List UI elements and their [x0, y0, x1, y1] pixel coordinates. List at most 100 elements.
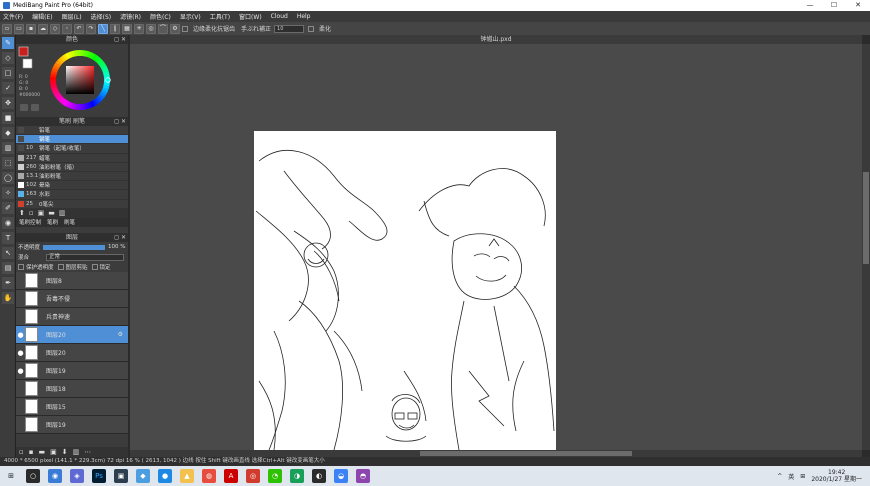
antialias-checkbox[interactable] [182, 25, 188, 32]
move-tool-icon[interactable]: ✥ [2, 97, 14, 109]
visibility-toggle-icon[interactable]: ● [16, 349, 25, 357]
hand-tool-icon[interactable]: ✋ [2, 292, 14, 304]
new-file-icon[interactable]: ▫ [2, 23, 12, 34]
close-button[interactable]: ✕ [846, 0, 870, 11]
canvas-area[interactable]: 钟馗山.pxd [130, 35, 862, 450]
layer-row[interactable]: 图层15 [16, 398, 128, 416]
palette-icon[interactable] [20, 104, 28, 111]
new-brush-icon[interactable]: ▫ [29, 209, 34, 217]
menu-window[interactable]: 窗口(W) [239, 12, 262, 21]
select-pen-2-icon[interactable]: ✐ [2, 202, 14, 214]
taskbar-app-1-icon[interactable]: ◉ [48, 469, 62, 483]
input-method-indicator[interactable]: 英 [788, 472, 794, 481]
color-wheel[interactable]: R: 0 G: 0 B: 0 #000000 [16, 44, 128, 117]
menu-tools[interactable]: 工具(T) [210, 12, 230, 21]
protect-alpha-checkbox[interactable] [18, 264, 24, 270]
delete-brush-icon[interactable]: ▥ [59, 209, 66, 217]
soft-checkbox[interactable] [308, 25, 315, 32]
menu-layer[interactable]: 图层(L) [62, 12, 82, 21]
taskbar-app-12-icon[interactable]: ◑ [290, 469, 304, 483]
fill-rect-icon[interactable]: ■ [2, 112, 14, 124]
panel-close-icon[interactable]: ◻ ✕ [114, 117, 126, 126]
photoshop-icon[interactable]: Ps [92, 469, 106, 483]
delete-layer-icon[interactable]: ▥ [73, 448, 80, 456]
search-icon[interactable]: ○ [26, 469, 40, 483]
settings-icon[interactable]: ◦ [62, 23, 72, 34]
taskbar-app-13-icon[interactable]: ◐ [312, 469, 326, 483]
start-icon[interactable]: ⊞ [4, 469, 18, 483]
taskbar-app-2-icon[interactable]: ◈ [70, 469, 84, 483]
menu-color[interactable]: 颜色(C) [150, 12, 171, 21]
layer-row[interactable]: ● 图层20 ⚙ [16, 326, 128, 344]
brush-item[interactable]: 260 油彩粉笔（暗） [16, 163, 128, 172]
magic-wand-icon[interactable]: ✧ [2, 187, 14, 199]
brush-tool-icon[interactable]: ✎ [2, 37, 14, 49]
lasso-tool-icon[interactable]: ◯ [2, 172, 14, 184]
stabilizer-select[interactable]: 10 [274, 24, 305, 33]
layer-row[interactable]: 图层19 [16, 416, 128, 434]
redo-icon[interactable]: ↷ [86, 23, 96, 34]
eraser-tool-icon[interactable]: ◇ [2, 52, 14, 64]
operation-tool-icon[interactable]: ↖ [2, 247, 14, 259]
layer-menu-icon[interactable]: ⋯ [84, 448, 91, 456]
text-tool-icon[interactable]: T [2, 232, 14, 244]
layer-row[interactable]: 图层8 [16, 272, 128, 290]
opacity-slider[interactable] [43, 244, 106, 250]
menu-filter[interactable]: 滤镜(R) [120, 12, 141, 21]
bucket-tool-icon[interactable]: ◆ [2, 127, 14, 139]
visibility-toggle-icon[interactable]: ● [16, 367, 25, 375]
brush-item[interactable]: 10 钢笔（起笔/收笔） [16, 144, 128, 154]
tab-brush-2[interactable]: 刷笔 [61, 218, 78, 226]
color-history-icon[interactable] [31, 104, 39, 111]
menu-select[interactable]: 选择(S) [91, 12, 112, 21]
layer-row[interactable]: ● 图层20 [16, 344, 128, 362]
folder-icon[interactable]: ▬ [48, 209, 55, 217]
horizontal-scrollbar[interactable] [130, 450, 862, 457]
cloud-icon[interactable]: ☁ [38, 23, 48, 34]
copy-layer-icon[interactable]: ▣ [50, 448, 57, 456]
taskbar-app-6-icon[interactable]: ● [158, 469, 172, 483]
folder-layer-icon[interactable]: ▬ [39, 448, 46, 456]
layer-settings-icon[interactable]: ⚙ [118, 331, 123, 338]
wechat-icon[interactable]: ◔ [268, 469, 282, 483]
save-icon[interactable]: ▪ [26, 23, 36, 34]
panel-close-icon[interactable]: ◻ ✕ [114, 35, 126, 44]
keyboard-icon[interactable]: ⊞ [800, 473, 805, 480]
dot-tool-icon[interactable]: □ [2, 67, 14, 79]
brush-item[interactable]: 102 晕染 [16, 181, 128, 191]
brush-item[interactable]: 25 0笔尖 [16, 200, 128, 209]
brush-item[interactable]: 13.1 油彩粉笔 [16, 172, 128, 182]
menu-view[interactable]: 显示(V) [180, 12, 201, 21]
copy-brush-icon[interactable]: ▣ [38, 209, 45, 217]
clock[interactable]: 19:42 2020/1/27 星期一 [811, 469, 862, 483]
blend-mode-select[interactable]: 正常 [46, 253, 124, 261]
brush-item[interactable]: 217 蜡笔 [16, 154, 128, 163]
eyedropper-tool-icon[interactable]: ✒ [2, 277, 14, 289]
blur-tool-icon[interactable]: ◉ [2, 217, 14, 229]
layer-row[interactable]: 吾毒不侵 [16, 290, 128, 308]
divide-tool-icon[interactable]: ▤ [2, 262, 14, 274]
select-rect-icon[interactable]: ⬚ [2, 157, 14, 169]
merge-down-icon[interactable]: ⬇ [62, 448, 68, 456]
menu-help[interactable]: Help [297, 13, 311, 20]
tray-expand-icon[interactable]: ^ [777, 473, 782, 480]
document-tab[interactable]: 钟馗山.pxd [130, 35, 862, 44]
brush-item[interactable]: 铅笔 [16, 126, 128, 136]
clipping-checkbox[interactable] [57, 264, 64, 270]
vertical-scroll-thumb[interactable] [863, 172, 869, 264]
minimize-button[interactable]: — [798, 0, 822, 11]
gradient-tool-icon[interactable]: ▥ [2, 142, 14, 154]
snap-radial-icon[interactable]: ✳ [134, 23, 144, 34]
tab-brush-control[interactable]: 笔刷控制 [16, 218, 44, 226]
new-halftone-layer-icon[interactable]: ▪ [29, 448, 34, 456]
tab-brush[interactable]: 笔刷 [44, 218, 61, 226]
snap-grid-icon[interactable]: ▦ [122, 23, 132, 34]
acrobat-icon[interactable]: A [224, 469, 238, 483]
share-icon[interactable]: ◇ [50, 23, 60, 34]
primary-color-swatch[interactable] [18, 46, 29, 57]
taskbar-app-10-icon[interactable]: ◎ [246, 469, 260, 483]
select-pen-icon[interactable]: ✓ [2, 82, 14, 94]
snap-settings-icon[interactable]: ⚙ [170, 23, 180, 34]
snap-circle-icon[interactable]: ◎ [146, 23, 156, 34]
taskbar-app-15-icon[interactable]: ◓ [356, 469, 370, 483]
